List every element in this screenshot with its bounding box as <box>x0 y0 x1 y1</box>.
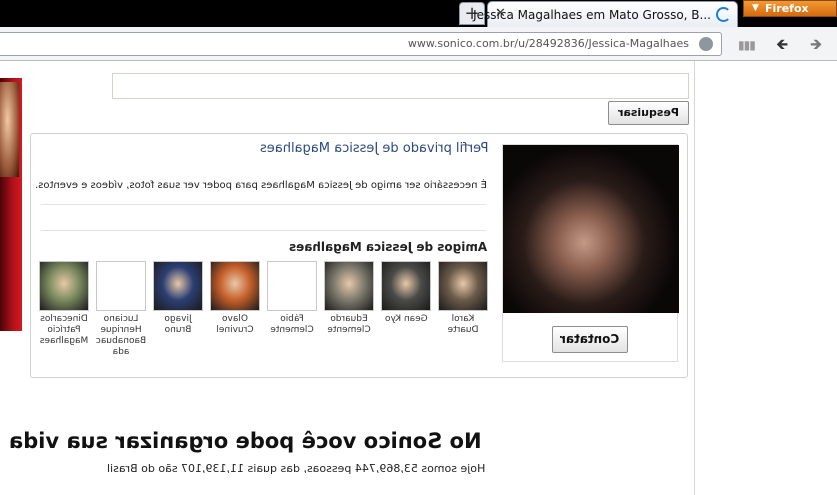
dropdown-arrow-icon: ▼ <box>752 3 759 13</box>
friends-section-title-text: Amigos de Jessica Magalhaes <box>288 240 487 254</box>
banner-image <box>0 82 19 177</box>
friend-item[interactable]: Luciano Henrique Baonabuac ada <box>95 261 147 358</box>
friend-avatar[interactable] <box>96 261 146 311</box>
friend-name-text: Luciano Henrique Baonabuac ada <box>95 314 147 357</box>
promo-headline: No Sonico você pode organizar sua vida <box>9 429 482 453</box>
signal-bars-icon[interactable]: ▮▮▮ <box>738 38 756 52</box>
member-stats: Hoje somos 53,869,744 pessoas, das quais… <box>107 462 485 475</box>
friend-avatar[interactable] <box>267 261 317 311</box>
private-profile-message-text: É necessário ser amigo de Jessica Magalh… <box>35 180 487 191</box>
friend-item[interactable]: Gean Kyo <box>380 261 432 325</box>
friend-item[interactable]: Olavo Cruvinel <box>209 261 261 336</box>
friend-item[interactable]: Fábio Clemente <box>266 261 318 336</box>
content-divider <box>694 61 695 495</box>
friend-name[interactable]: Olavo Cruvinel <box>209 314 261 336</box>
private-profile-title-text: Perfil privado de Jessica Magalhaes <box>259 141 488 156</box>
friend-avatar[interactable] <box>210 261 260 311</box>
friend-item[interactable]: Karol Duarte <box>437 261 489 336</box>
profile-photo[interactable] <box>503 145 679 313</box>
friend-name[interactable]: Dinecarlos Patrício Magalhaes <box>38 314 90 347</box>
friend-name[interactable]: Eduardo Clemente <box>323 314 375 336</box>
friend-name-text: Dinecarlos Patrício Magalhaes <box>39 314 89 346</box>
firefox-menu-label: Firefox <box>765 2 809 15</box>
friend-item[interactable]: Dinecarlos Patrício Magalhaes <box>38 261 90 347</box>
friend-name-text: Fábio Clemente <box>270 314 314 335</box>
friend-name[interactable]: Luciano Henrique Baonabuac ada <box>95 314 147 358</box>
divider <box>41 230 486 231</box>
firefox-menu-button[interactable]: ▼ Firefox <box>743 0 837 17</box>
friends-section-title: Amigos de Jessica Magalhaes <box>289 240 487 254</box>
member-stats-text: Hoje somos 53,869,744 pessoas, das quais… <box>106 462 485 475</box>
friend-name[interactable]: Karol Duarte <box>437 314 489 336</box>
contact-button[interactable]: Contatar <box>552 326 628 353</box>
globe-icon[interactable] <box>699 37 713 51</box>
back-arrow-icon[interactable]: 🡸 <box>776 34 788 59</box>
friend-name-text: Olavo Cruvinel <box>216 314 254 335</box>
friend-avatar[interactable] <box>324 261 374 311</box>
friend-item[interactable]: Jivago Bruno <box>152 261 204 336</box>
friend-avatar[interactable] <box>381 261 431 311</box>
address-url: www.sonico.com.br/u/28492836/Jessica-Mag… <box>407 37 689 50</box>
friend-name[interactable]: Fábio Clemente <box>266 314 318 336</box>
friend-name-text: Karol Duarte <box>447 314 479 335</box>
friend-item[interactable]: Eduardo Clemente <box>323 261 375 336</box>
friend-name[interactable]: Gean Kyo <box>380 314 432 325</box>
private-profile-message: É necessário ser amigo de Jessica Magalh… <box>35 180 487 191</box>
forward-arrow-icon[interactable]: 🡺 <box>810 34 822 59</box>
search-input[interactable] <box>112 73 689 99</box>
friend-avatar[interactable] <box>153 261 203 311</box>
friend-avatar[interactable] <box>438 261 488 311</box>
tab-title: Jessica Magalhaes em Mato Grosso, B... <box>473 8 711 22</box>
search-button-label: Pesquisar <box>618 106 679 119</box>
friend-name-text: Jivago Bruno <box>164 314 192 335</box>
banner-box <box>0 338 14 356</box>
friend-name-text: Eduardo Clemente <box>327 314 371 335</box>
side-ad-banner[interactable]: V <box>0 78 22 393</box>
friend-name[interactable]: Jivago Bruno <box>152 314 204 336</box>
sonico-favicon-icon <box>716 7 731 22</box>
navigation-bar: www.sonico.com.br/u/28492836/Jessica-Mag… <box>0 27 837 61</box>
address-bar[interactable]: www.sonico.com.br/u/28492836/Jessica-Mag… <box>0 32 722 56</box>
promo-headline-text: No Sonico você pode organizar sua vida <box>9 429 482 453</box>
friend-name-text: Gean Kyo <box>384 314 428 324</box>
search-button[interactable]: Pesquisar <box>608 101 689 125</box>
friend-avatar[interactable] <box>39 261 89 311</box>
tab-active[interactable]: ✕ Jessica Magalhaes em Mato Grosso, B... <box>473 1 738 27</box>
banner-letter: V <box>0 378 11 393</box>
divider <box>41 204 486 205</box>
contact-button-label: Contatar <box>560 332 620 346</box>
window-titlebar: + ✕ Jessica Magalhaes em Mato Grosso, B.… <box>0 0 837 27</box>
private-profile-title[interactable]: Perfil privado de Jessica Magalhaes <box>260 141 488 156</box>
